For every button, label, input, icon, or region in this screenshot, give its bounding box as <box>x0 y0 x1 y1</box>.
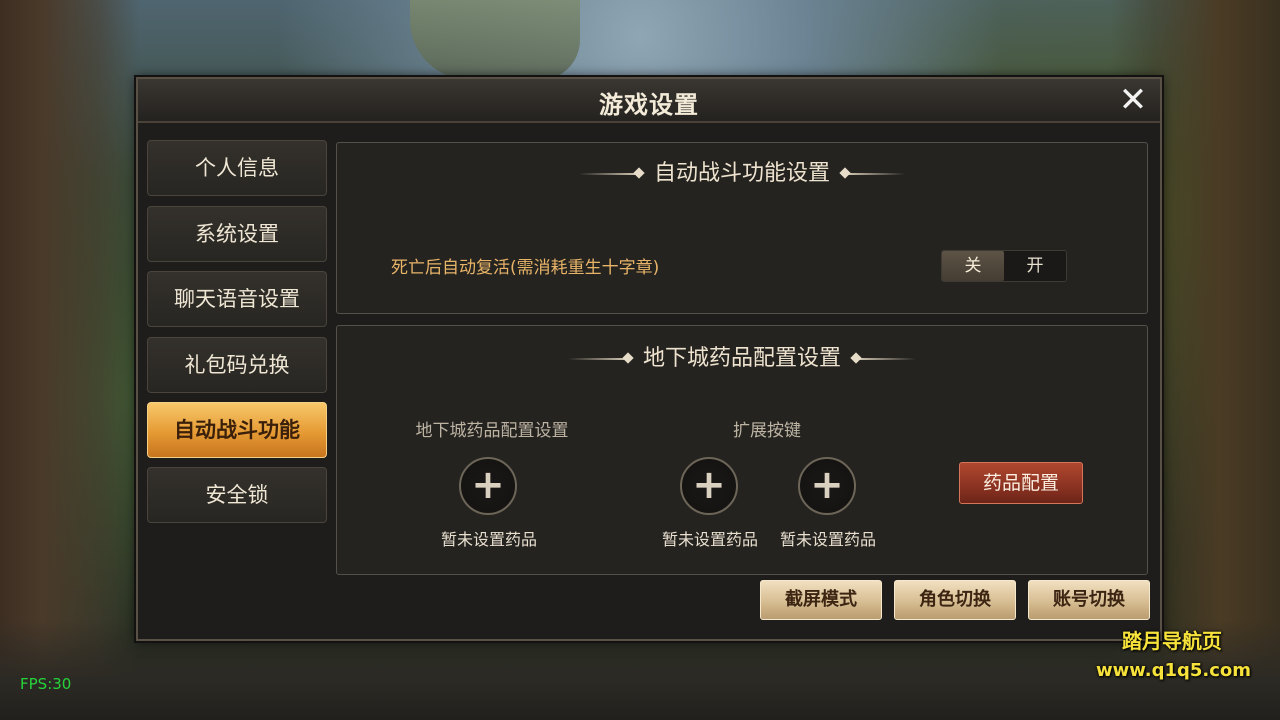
extend-slot-2[interactable]: + <box>798 457 856 515</box>
tab-security-lock[interactable]: 安全锁 <box>147 467 327 523</box>
tab-personal-info[interactable]: 个人信息 <box>147 140 327 196</box>
switch-account-button[interactable]: 账号切换 <box>1028 580 1150 620</box>
tab-system-settings[interactable]: 系统设置 <box>147 206 327 262</box>
auto-revive-toggle[interactable]: 关 开 <box>941 250 1067 282</box>
tab-chat-voice-settings[interactable]: 聊天语音设置 <box>147 271 327 327</box>
plus-icon: + <box>692 462 726 508</box>
toggle-off-option[interactable]: 关 <box>942 251 1004 281</box>
toggle-on-option[interactable]: 开 <box>1004 251 1066 281</box>
game-settings-dialog: 游戏设置 ✕ 个人信息 系统设置 聊天语音设置 礼包码兑换 自动战斗功能 安全锁… <box>136 77 1162 641</box>
extend-slot-2-caption: 暂未设置药品 <box>779 530 876 549</box>
potion-config-button[interactable]: 药品配置 <box>959 462 1083 504</box>
plus-icon: + <box>471 462 505 508</box>
dialog-title: 游戏设置 <box>599 91 699 119</box>
extend-keys-label: 扩展按键 <box>733 421 801 441</box>
dialog-titlebar: 游戏设置 ✕ <box>138 79 1160 123</box>
dungeon-section-header: 地下城药品配置设置 <box>337 340 1147 372</box>
fps-counter: FPS:30 <box>20 675 72 693</box>
auto-battle-panel: 自动战斗功能设置 死亡后自动复活(需消耗重生十字章) 关 开 <box>336 142 1148 314</box>
dungeon-potion-panel: 地下城药品配置设置 地下城药品配置设置 扩展按键 + 暂未设置药品 + 暂未设置… <box>336 325 1148 575</box>
ornament-right-icon <box>845 173 905 175</box>
potion-slot-group-label: 地下城药品配置设置 <box>415 421 569 441</box>
ornament-left-icon <box>578 173 639 175</box>
switch-character-button[interactable]: 角色切换 <box>894 580 1016 620</box>
ornament-left-icon <box>567 358 628 360</box>
screenshot-mode-button[interactable]: 截屏模式 <box>760 580 882 620</box>
auto-battle-section-header: 自动战斗功能设置 <box>337 155 1147 187</box>
close-icon[interactable]: ✕ <box>1116 83 1150 117</box>
potion-slot[interactable]: + <box>459 457 517 515</box>
tab-auto-battle[interactable]: 自动战斗功能 <box>147 402 327 458</box>
watermark-title: 踏月导航页 <box>1122 629 1222 653</box>
background-cliff <box>410 0 580 80</box>
extend-slot-1[interactable]: + <box>680 457 738 515</box>
ornament-right-icon <box>856 358 916 360</box>
background-tree-left <box>0 0 140 720</box>
plus-icon: + <box>810 462 844 508</box>
auto-revive-label: 死亡后自动复活(需消耗重生十字章) <box>391 258 660 278</box>
extend-slot-1-caption: 暂未设置药品 <box>661 530 758 549</box>
watermark-url: www.q1q5.com <box>1096 660 1252 681</box>
tab-gift-code[interactable]: 礼包码兑换 <box>147 337 327 393</box>
auto-battle-section-title: 自动战斗功能设置 <box>653 161 830 186</box>
dungeon-section-title: 地下城药品配置设置 <box>642 346 841 371</box>
potion-slot-caption: 暂未设置药品 <box>440 530 537 549</box>
